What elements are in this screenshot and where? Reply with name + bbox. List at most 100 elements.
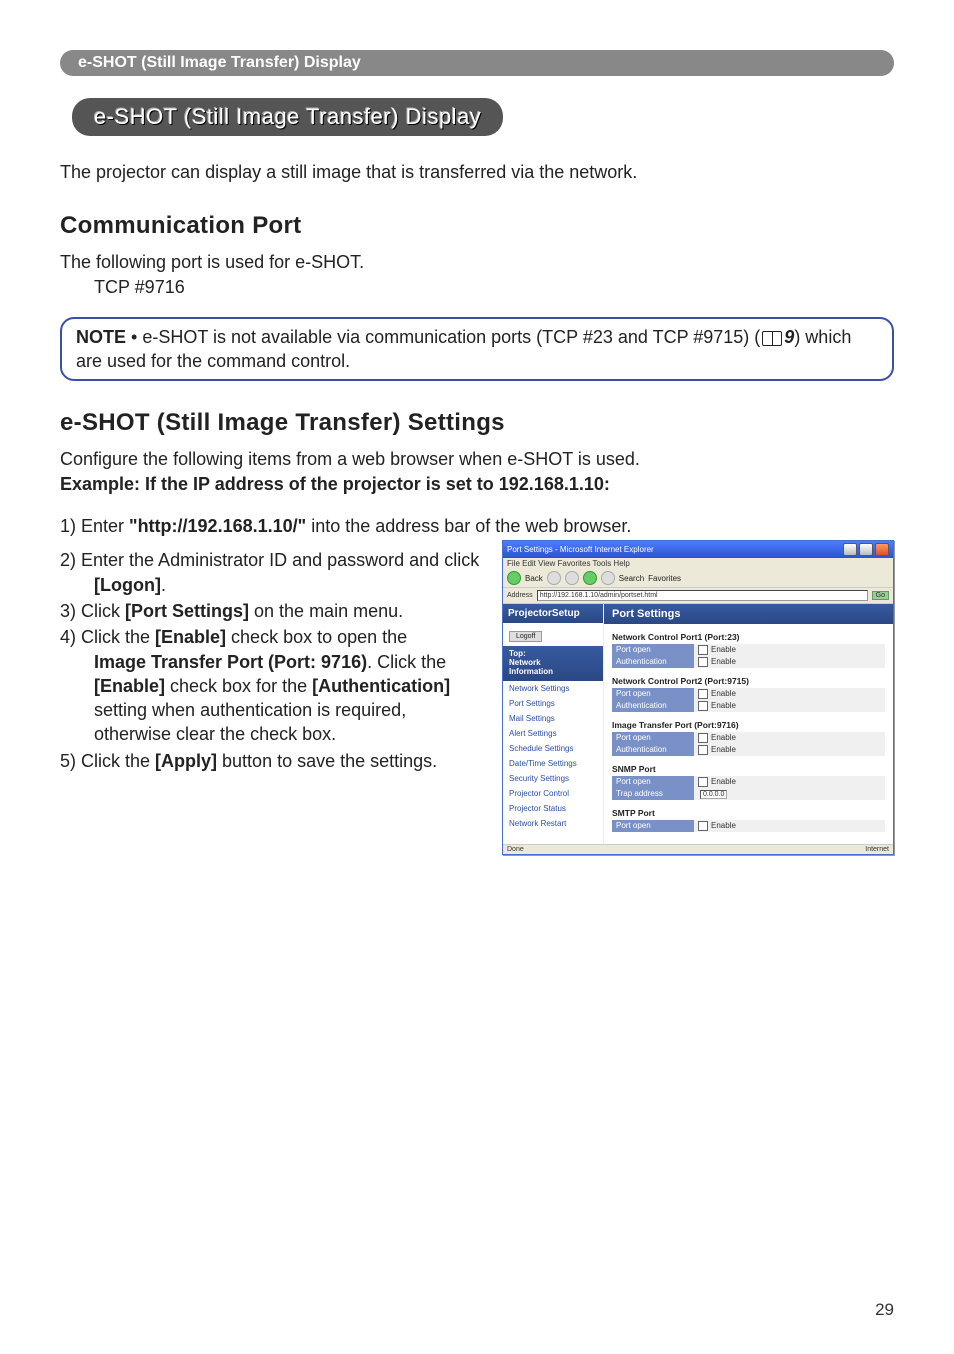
section-net-port2: Network Control Port2 (Port:9715)	[604, 668, 893, 688]
forward-icon[interactable]	[547, 571, 561, 585]
browser-toolbar: Back Search Favorites	[503, 569, 893, 588]
step-text: setting when authentication is required,…	[94, 698, 482, 747]
checkbox-label: Enable	[711, 733, 736, 742]
step-bold: [Authentication]	[312, 676, 450, 696]
minimize-icon[interactable]	[843, 543, 857, 556]
step-bold: [Port Settings]	[125, 601, 249, 621]
checkbox[interactable]	[698, 689, 708, 699]
sidebar-item-projector-status[interactable]: Projector Status	[503, 801, 603, 816]
main-page-title: Port Settings	[604, 604, 893, 624]
sidebar-item-network-settings[interactable]: Network Settings	[503, 681, 603, 696]
sidebar: ProjectorSetup Logoff Top: Network Infor…	[503, 604, 604, 844]
step-text: button to save the settings.	[217, 751, 437, 771]
step-text: check box for the	[165, 676, 312, 696]
stop-icon[interactable]	[565, 571, 579, 585]
favorites-label[interactable]: Favorites	[648, 574, 681, 583]
refresh-icon[interactable]	[583, 571, 597, 585]
note-box: NOTE • e-SHOT is not available via commu…	[60, 317, 894, 382]
checkbox[interactable]	[698, 733, 708, 743]
row-label: Port open	[612, 820, 694, 832]
row-label: Authentication	[612, 744, 694, 756]
checkbox[interactable]	[698, 657, 708, 667]
step-text: 2) Enter the Administrator ID and passwo…	[60, 550, 479, 570]
go-button[interactable]: Go	[872, 591, 889, 600]
step-text: into the address bar of the web browser.	[306, 516, 631, 536]
comm-port-line1: The following port is used for e-SHOT.	[60, 250, 894, 274]
step-bold: [Logon]	[94, 575, 161, 595]
comm-port-line2: TCP #9716	[94, 275, 894, 299]
steps-list: 1) Enter "http://192.168.1.10/" into the…	[60, 514, 894, 538]
checkbox-label: Enable	[711, 657, 736, 666]
sidebar-brand: ProjectorSetup	[503, 604, 603, 623]
checkbox[interactable]	[698, 645, 708, 655]
sidebar-menu: Network Settings Port Settings Mail Sett…	[503, 681, 603, 831]
back-label[interactable]: Back	[525, 574, 543, 583]
sidebar-item-security-settings[interactable]: Security Settings	[503, 771, 603, 786]
checkbox[interactable]	[698, 821, 708, 831]
home-icon[interactable]	[601, 571, 615, 585]
book-icon	[762, 331, 782, 346]
sidebar-group-line: Information	[509, 668, 597, 677]
close-icon[interactable]	[875, 543, 889, 556]
main-content: Port Settings Network Control Port1 (Por…	[604, 604, 893, 844]
row-label: Port open	[612, 732, 694, 744]
section-snmp: SNMP Port	[604, 756, 893, 776]
step-4: 4) Click the [Enable] check box to open …	[60, 625, 482, 746]
sidebar-active-group[interactable]: Top: Network Information	[503, 646, 603, 680]
step-bold: [Enable]	[155, 627, 226, 647]
settings-intro1: Configure the following items from a web…	[60, 447, 894, 471]
window-title: Port Settings - Microsoft Internet Explo…	[507, 545, 654, 554]
search-label[interactable]: Search	[619, 574, 644, 583]
page-header-tab: e-SHOT (Still Image Transfer) Display	[60, 50, 894, 76]
address-input[interactable]: http://192.168.1.10/admin/portset.html	[537, 590, 868, 601]
row-label: Port open	[612, 688, 694, 700]
logoff-button[interactable]: Logoff	[509, 631, 542, 642]
checkbox-label: Enable	[711, 821, 736, 830]
checkbox-label: Enable	[711, 701, 736, 710]
note-text1: • e-SHOT is not available via communicat…	[126, 327, 760, 347]
sidebar-item-network-restart[interactable]: Network Restart	[503, 816, 603, 831]
section-net-port1: Network Control Port1 (Port:23)	[604, 624, 893, 644]
checkbox[interactable]	[698, 745, 708, 755]
sidebar-item-schedule-settings[interactable]: Schedule Settings	[503, 741, 603, 756]
step-bold: [Apply]	[155, 751, 217, 771]
window-titlebar: Port Settings - Microsoft Internet Explo…	[503, 541, 893, 558]
checkbox[interactable]	[698, 701, 708, 711]
maximize-icon[interactable]	[859, 543, 873, 556]
step-bold: Image Transfer Port (Port: 9716)	[94, 652, 367, 672]
checkbox-label: Enable	[711, 645, 736, 654]
section-title-text: e-SHOT (Still Image Transfer) Display	[94, 104, 481, 129]
settings-heading: e-SHOT (Still Image Transfer) Settings	[60, 409, 894, 437]
comm-port-heading: Communication Port	[60, 212, 894, 240]
section-smtp: SMTP Port	[604, 800, 893, 820]
step-text: 1) Enter	[60, 516, 129, 536]
step-1: 1) Enter "http://192.168.1.10/" into the…	[60, 514, 894, 538]
sidebar-item-projector-control[interactable]: Projector Control	[503, 786, 603, 801]
step-text: check box to open the	[226, 627, 407, 647]
intro-paragraph: The projector can display a still image …	[60, 160, 894, 184]
address-bar-row: Address http://192.168.1.10/admin/portse…	[503, 588, 893, 604]
step-5: 5) Click the [Apply] button to save the …	[60, 749, 482, 773]
checkbox-label: Enable	[711, 745, 736, 754]
browser-menubar[interactable]: File Edit View Favorites Tools Help	[503, 558, 893, 569]
sidebar-item-port-settings[interactable]: Port Settings	[503, 696, 603, 711]
sidebar-item-mail-settings[interactable]: Mail Settings	[503, 711, 603, 726]
checkbox[interactable]	[698, 777, 708, 787]
step-2: 2) Enter the Administrator ID and passwo…	[60, 548, 482, 597]
sidebar-item-alert-settings[interactable]: Alert Settings	[503, 726, 603, 741]
note-page-ref: 9	[784, 327, 794, 347]
row-label: Trap address	[612, 788, 694, 800]
ip-input[interactable]: 0.0.0.0	[700, 790, 727, 799]
row-label: Port open	[612, 644, 694, 656]
checkbox-label: Enable	[711, 689, 736, 698]
page-header-tab-text: e-SHOT (Still Image Transfer) Display	[78, 54, 361, 71]
row-label: Port open	[612, 776, 694, 788]
step-text: 4) Click the	[60, 627, 155, 647]
steps-list-cont: 2) Enter the Administrator ID and passwo…	[60, 548, 482, 773]
row-label: Authentication	[612, 700, 694, 712]
browser-statusbar: Done Internet	[503, 844, 893, 854]
status-done: Done	[507, 846, 524, 853]
step-text: . Click the	[367, 652, 446, 672]
back-icon[interactable]	[507, 571, 521, 585]
sidebar-item-datetime-settings[interactable]: Date/Time Settings	[503, 756, 603, 771]
